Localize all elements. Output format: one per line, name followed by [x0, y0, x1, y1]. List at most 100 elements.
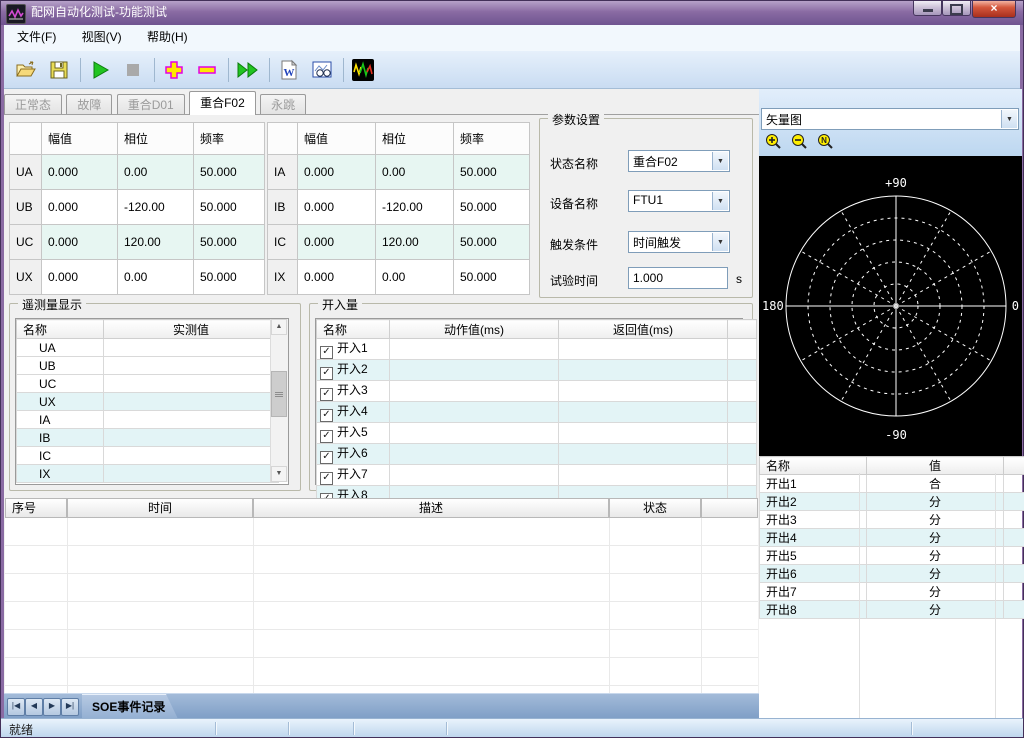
- telemetry-header-row: 名称实测值: [17, 320, 279, 339]
- chevron-down-icon[interactable]: ▼: [1001, 110, 1017, 128]
- scrollbar-thumb[interactable]: [271, 371, 287, 417]
- value-cell[interactable]: 0.00: [376, 260, 454, 295]
- value-cell[interactable]: 0.000: [42, 260, 118, 295]
- trigger-cond-select[interactable]: 时间触发 ▼: [628, 231, 730, 253]
- channel-label[interactable]: IA: [17, 411, 104, 429]
- value-cell[interactable]: 0.00: [118, 260, 194, 295]
- channel-label[interactable]: UA: [17, 339, 104, 357]
- channel-label[interactable]: IX: [17, 465, 104, 483]
- value-cell[interactable]: 0.000: [298, 190, 376, 225]
- measured-value-cell: [104, 429, 279, 447]
- value-cell[interactable]: 50.000: [454, 260, 530, 295]
- tab-normal-state[interactable]: 正常态: [4, 94, 62, 115]
- view-mode-select[interactable]: 矢量图 ▼: [761, 108, 1019, 130]
- value-cell[interactable]: 50.000: [454, 190, 530, 225]
- device-name-select[interactable]: FTU1 ▼: [628, 190, 730, 212]
- checkbox[interactable]: ✓: [320, 367, 333, 380]
- column-header: 描述: [253, 498, 609, 518]
- channel-label[interactable]: IB: [17, 429, 104, 447]
- checkbox[interactable]: ✓: [320, 409, 333, 422]
- chevron-down-icon[interactable]: ▼: [712, 192, 728, 210]
- menu-help[interactable]: 帮助(H): [138, 25, 197, 50]
- value-cell[interactable]: 0.000: [42, 190, 118, 225]
- event-table-body[interactable]: [5, 518, 758, 693]
- word-report-icon[interactable]: W: [277, 58, 301, 82]
- nav-first-icon[interactable]: |◀: [7, 698, 25, 716]
- chevron-down-icon[interactable]: ▼: [712, 152, 728, 170]
- amp-header-row: 幅值相位频率: [10, 123, 265, 155]
- value-cell[interactable]: 50.000: [454, 225, 530, 260]
- measured-value-cell: [104, 393, 279, 411]
- zoom-reset-icon[interactable]: N: [817, 133, 834, 153]
- close-button[interactable]: ×: [972, 1, 1016, 18]
- value-cell[interactable]: 0.000: [42, 155, 118, 190]
- chevron-down-icon[interactable]: ▼: [712, 233, 728, 251]
- add-state-icon[interactable]: [162, 58, 186, 82]
- value-cell[interactable]: 0.000: [298, 155, 376, 190]
- test-time-input[interactable]: [628, 267, 728, 289]
- report-preview-icon[interactable]: [310, 58, 334, 82]
- tab-soe-events[interactable]: SOE事件记录: [82, 694, 178, 719]
- value-cell[interactable]: 0.000: [298, 225, 376, 260]
- value-cell[interactable]: -120.00: [118, 190, 194, 225]
- action-time-cell: [390, 402, 559, 423]
- nav-prev-icon[interactable]: ◀: [25, 698, 43, 716]
- checkbox[interactable]: ✓: [320, 430, 333, 443]
- do-name-cell: 开出8: [760, 601, 867, 619]
- value-cell[interactable]: -120.00: [376, 190, 454, 225]
- nav-last-icon[interactable]: ▶|: [61, 698, 79, 716]
- return-time-cell: [559, 360, 728, 381]
- value-cell[interactable]: 120.00: [376, 225, 454, 260]
- channel-label[interactable]: UX: [17, 393, 104, 411]
- value-cell[interactable]: 50.000: [194, 155, 265, 190]
- column-header: 名称: [17, 320, 104, 339]
- value-cell[interactable]: 50.000: [194, 190, 265, 225]
- checkbox[interactable]: ✓: [320, 388, 333, 401]
- checkbox[interactable]: ✓: [320, 346, 333, 359]
- checkbox[interactable]: ✓: [320, 472, 333, 485]
- tab-perm-trip[interactable]: 永跳: [260, 94, 306, 115]
- run-all-icon[interactable]: [236, 58, 260, 82]
- channel-label: UC: [10, 225, 42, 260]
- channel-label[interactable]: UC: [17, 375, 104, 393]
- checkbox[interactable]: ✓: [320, 451, 333, 464]
- value-cell[interactable]: 50.000: [194, 260, 265, 295]
- value-cell[interactable]: 0.000: [298, 260, 376, 295]
- state-name-select[interactable]: 重合F02 ▼: [628, 150, 730, 172]
- maximize-button[interactable]: [942, 1, 971, 16]
- channel-label[interactable]: IC: [17, 447, 104, 465]
- value-cell[interactable]: 50.000: [194, 225, 265, 260]
- value-cell[interactable]: 0.00: [118, 155, 194, 190]
- scroll-up-icon[interactable]: ▲: [271, 319, 287, 335]
- do-name-cell: 开出1: [760, 475, 867, 493]
- remove-state-icon[interactable]: [195, 58, 219, 82]
- zoom-out-icon[interactable]: [791, 133, 808, 153]
- column-header: 序号: [5, 498, 67, 518]
- return-time-cell: [559, 444, 728, 465]
- nav-next-icon[interactable]: ▶: [43, 698, 61, 716]
- telemetry-scrollbar[interactable]: ▲ ▼: [270, 319, 288, 482]
- open-icon[interactable]: [14, 58, 38, 82]
- corner-cell: [268, 123, 298, 155]
- value-cell[interactable]: 120.00: [118, 225, 194, 260]
- waveform-icon[interactable]: [351, 58, 375, 82]
- minimize-button[interactable]: [913, 1, 942, 16]
- stop-icon[interactable]: [121, 58, 145, 82]
- scroll-down-icon[interactable]: ▼: [271, 466, 287, 482]
- zoom-in-icon[interactable]: [765, 133, 782, 153]
- channel-label[interactable]: UB: [17, 357, 104, 375]
- menu-view[interactable]: 视图(V): [73, 25, 131, 50]
- tab-reclose-f02[interactable]: 重合F02: [189, 91, 256, 115]
- tab-fault[interactable]: 故障: [66, 94, 112, 115]
- save-icon[interactable]: [47, 58, 71, 82]
- start-icon[interactable]: [88, 58, 112, 82]
- spacer-cell: [1004, 547, 1024, 565]
- tab-reclose-d01[interactable]: 重合D01: [117, 94, 185, 115]
- axis-label-left: 180: [762, 299, 784, 313]
- spacer-cell: [1004, 511, 1024, 529]
- menu-file[interactable]: 文件(F): [8, 25, 65, 50]
- list-item: ✓开入7: [317, 465, 757, 486]
- value-cell[interactable]: 50.000: [454, 155, 530, 190]
- value-cell[interactable]: 0.000: [42, 225, 118, 260]
- value-cell[interactable]: 0.00: [376, 155, 454, 190]
